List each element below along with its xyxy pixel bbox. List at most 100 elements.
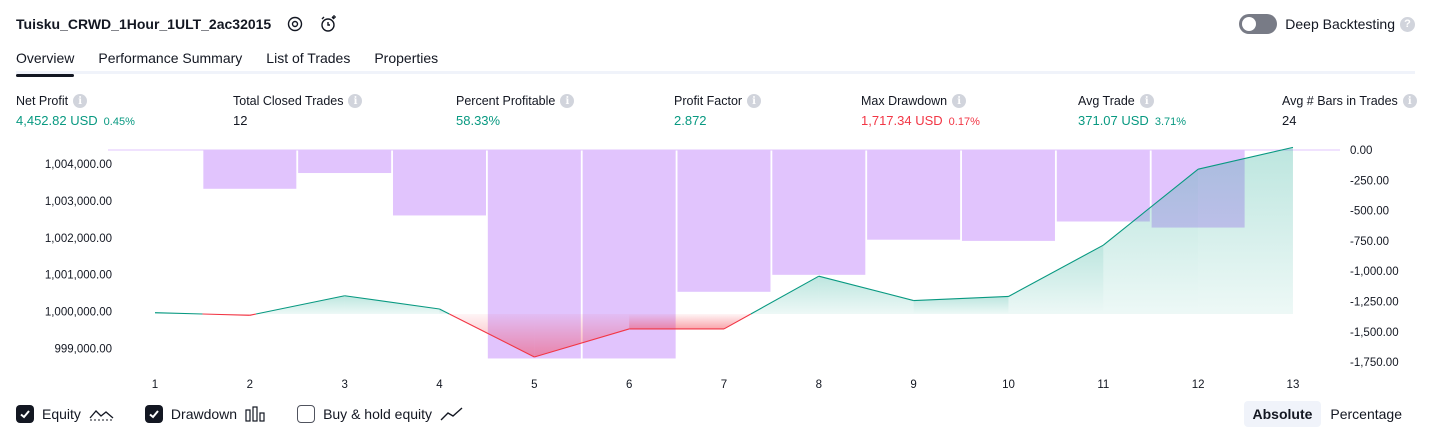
- equity-drawdown-chart[interactable]: 1,004,000.00 1,003,000.00 1,002,000.00 1,00…: [0, 140, 1431, 396]
- stat-avg-trade: Avg Trade i 371.07 USD 3.71%: [1078, 94, 1186, 128]
- info-icon[interactable]: i: [348, 94, 363, 108]
- percent-profitable-value: 58.33%: [456, 113, 501, 128]
- left-tick-label: 1,001,000.00: [45, 270, 112, 282]
- avg-bars-value: 24: [1282, 113, 1297, 128]
- drawdown-bars-icon: [245, 406, 267, 422]
- stat-avg-bars: Avg # Bars in Trades i 24: [1282, 94, 1417, 128]
- stat-label: Total Closed Trades: [233, 94, 344, 108]
- x-tick-label: 13: [1287, 379, 1300, 391]
- drawdown-bar: [772, 150, 866, 275]
- tab-list-of-trades[interactable]: List of Trades: [266, 44, 350, 74]
- avg-trade-pct: 3.71%: [1154, 116, 1187, 128]
- stat-label: Max Drawdown: [861, 94, 948, 108]
- stat-total-closed-trades: Total Closed Trades i 12: [233, 94, 363, 128]
- strategy-title: Tuisku_CRWD_1Hour_1ULT_2ac32015: [16, 16, 272, 32]
- equity-area: [913, 296, 1009, 314]
- info-icon[interactable]: i: [747, 94, 762, 108]
- legend-label: Buy & hold equity: [323, 406, 433, 422]
- left-tick-label: 1,000,000.00: [45, 307, 112, 319]
- x-tick-label: 12: [1192, 379, 1205, 391]
- chart-legend: Equity Drawdown Buy & hold equity: [16, 403, 494, 425]
- profit-factor-value: 2.872: [674, 113, 707, 128]
- equity-area: [818, 276, 914, 314]
- stat-label: Profit Factor: [674, 94, 743, 108]
- percentage-button[interactable]: Percentage: [1321, 401, 1411, 427]
- info-icon[interactable]: i: [73, 94, 88, 108]
- left-tick-label: 999,000.00: [54, 344, 112, 356]
- x-tick-label: 1: [152, 379, 158, 391]
- right-tick-label: -1,750.00: [1350, 357, 1399, 369]
- x-tick-label: 10: [1002, 379, 1015, 391]
- toggle-knob: [1242, 17, 1257, 31]
- max-drawdown-value: 1,717.34 USD: [861, 113, 943, 128]
- left-tick-label: 1,004,000.00: [45, 159, 112, 171]
- tab-properties[interactable]: Properties: [374, 44, 438, 74]
- right-tick-label: -750.00: [1350, 236, 1389, 248]
- right-tick-label: -1,000.00: [1350, 266, 1399, 278]
- equity-area: [1008, 245, 1104, 314]
- drawdown-bar: [961, 150, 1055, 241]
- absolute-button[interactable]: Absolute: [1243, 401, 1322, 427]
- right-axis: 0.00 -250.00 -500.00 -750.00 -1,000.00 -1,250…: [1350, 145, 1399, 369]
- tab-bar: Overview Performance Summary List of Tra…: [16, 44, 1415, 77]
- net-profit-pct: 0.45%: [103, 116, 135, 128]
- drawdown-bar: [203, 150, 297, 189]
- scale-toggle: Absolute Percentage: [1243, 401, 1412, 427]
- legend-equity[interactable]: Equity: [16, 405, 115, 423]
- x-tick-label: 8: [816, 379, 822, 391]
- right-tick-label: -500.00: [1350, 206, 1389, 218]
- right-tick-label: 0.00: [1350, 145, 1372, 157]
- legend-buy-hold-equity[interactable]: Buy & hold equity: [297, 405, 464, 423]
- net-profit-value: 4,452.82 USD: [16, 113, 98, 128]
- left-tick-label: 1,003,000.00: [45, 196, 112, 208]
- drawdown-bar: [677, 150, 771, 292]
- add-alert-clock-icon[interactable]: [319, 14, 339, 34]
- legend-label: Equity: [42, 406, 81, 422]
- x-tick-label: 3: [341, 379, 347, 391]
- info-icon[interactable]: i: [560, 94, 575, 108]
- total-closed-trades-value: 12: [233, 113, 248, 128]
- stat-max-drawdown: Max Drawdown i 1,717.34 USD 0.17%: [861, 94, 980, 128]
- right-tick-label: -1,250.00: [1350, 297, 1399, 309]
- legend-drawdown[interactable]: Drawdown: [144, 405, 267, 423]
- question-help-icon[interactable]: ?: [1400, 16, 1415, 32]
- equity-line-icon: [89, 406, 115, 422]
- info-icon[interactable]: i: [1139, 94, 1154, 108]
- right-tick-label: -250.00: [1350, 175, 1389, 187]
- left-tick-label: 1,002,000.00: [45, 233, 112, 245]
- x-tick-label: 7: [721, 379, 727, 391]
- info-icon[interactable]: i: [1402, 94, 1417, 108]
- x-tick-label: 9: [910, 379, 916, 391]
- stats-row: Net Profit i 4,452.82 USD 0.45% Total Clos…: [16, 94, 1417, 130]
- info-icon[interactable]: i: [952, 94, 967, 108]
- checkbox-checked-icon[interactable]: [144, 405, 163, 423]
- tab-overview[interactable]: Overview: [16, 44, 75, 77]
- x-tick-label: 5: [531, 379, 537, 391]
- avg-trade-value: 371.07 USD: [1078, 113, 1149, 128]
- stat-label: Avg Trade: [1078, 94, 1135, 108]
- drawdown-bar: [392, 150, 486, 216]
- x-tick-label: 6: [626, 379, 632, 391]
- stat-profit-factor: Profit Factor i 2.872: [674, 94, 762, 128]
- deep-backtesting-control: Deep Backtesting ?: [1239, 12, 1415, 36]
- checkbox-checked-icon[interactable]: [16, 405, 34, 423]
- drawdown-bar: [867, 150, 961, 240]
- x-tick-label: 2: [247, 379, 253, 391]
- stat-net-profit: Net Profit i 4,452.82 USD 0.45%: [16, 94, 135, 128]
- strategy-header: Tuisku_CRWD_1Hour_1ULT_2ac32015: [16, 12, 339, 36]
- settings-gear-icon[interactable]: [285, 14, 305, 34]
- x-tick-label: 4: [436, 379, 443, 391]
- stat-label: Net Profit: [16, 94, 69, 108]
- checkbox-unchecked-icon[interactable]: [297, 405, 316, 423]
- right-tick-label: -1,500.00: [1350, 327, 1399, 339]
- deep-backtesting-toggle[interactable]: [1239, 14, 1278, 34]
- max-drawdown-pct: 0.17%: [948, 116, 980, 128]
- equity-area: [344, 295, 440, 314]
- stat-label: Avg # Bars in Trades: [1282, 94, 1398, 108]
- equity-area: [629, 314, 724, 329]
- stat-label: Percent Profitable: [456, 94, 556, 108]
- tab-performance-summary[interactable]: Performance Summary: [98, 44, 242, 74]
- legend-label: Drawdown: [170, 406, 238, 422]
- x-tick-label: 11: [1097, 379, 1109, 391]
- deep-backtesting-label: Deep Backtesting: [1285, 16, 1395, 32]
